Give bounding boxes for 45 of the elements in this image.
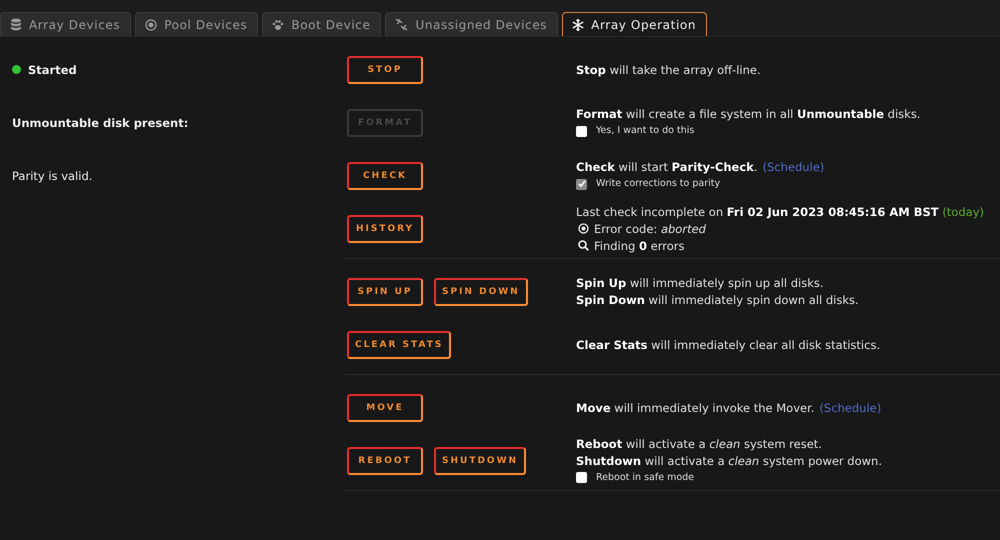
tab[interactable]: Pool Devices bbox=[135, 12, 258, 36]
action-button[interactable]: HISTORY bbox=[347, 214, 423, 242]
schedule-link[interactable]: (Schedule) bbox=[819, 400, 882, 416]
target-icon bbox=[145, 18, 158, 30]
description-text: Stop will take the array off-line. bbox=[576, 62, 761, 78]
description-text: Format will create a file system in all Unmountable disks. bbox=[576, 106, 920, 122]
action-button[interactable]: SHUTDOWN bbox=[434, 446, 526, 474]
description-text: Spin Down will immediately spin down all disks. bbox=[576, 292, 859, 308]
tab[interactable]: Unassigned Devices bbox=[385, 12, 558, 36]
action-button[interactable]: SPIN UP bbox=[347, 278, 423, 306]
tab[interactable]: Array Operation bbox=[562, 12, 708, 36]
unlink-icon bbox=[395, 18, 408, 31]
target-icon bbox=[578, 223, 589, 234]
tab[interactable]: Array Devices bbox=[0, 12, 132, 36]
checkbox-label: Yes, I want to do this bbox=[596, 124, 694, 138]
description-text: Reboot will activate a clean system reset. bbox=[576, 436, 822, 452]
checkbox[interactable] bbox=[576, 472, 587, 483]
status-text: Parity is valid. bbox=[12, 168, 92, 182]
status-text: Unmountable disk present: bbox=[12, 116, 188, 130]
description-text: Error code: aborted bbox=[594, 220, 706, 236]
description-text: Move will immediately invoke the Mover. bbox=[576, 400, 814, 416]
schedule-link[interactable]: (Schedule) bbox=[762, 159, 824, 175]
status-text: Started bbox=[28, 62, 77, 76]
snowflake-icon bbox=[572, 18, 584, 30]
action-button[interactable]: CLEAR STATS bbox=[347, 330, 452, 358]
action-button[interactable]: CHECK bbox=[347, 162, 423, 190]
description-text: Finding 0 errors bbox=[594, 238, 685, 254]
description-text: Clear Stats will immediately clear all disk statistics. bbox=[576, 336, 880, 352]
action-button[interactable]: MOVE bbox=[347, 394, 423, 422]
checkbox-label: Reboot in safe mode bbox=[596, 470, 694, 484]
description-text: Last check incomplete on Fri 02 Jun 2023 08:45:16 AM BST (today) bbox=[576, 204, 984, 220]
action-button[interactable]: SPIN DOWN bbox=[434, 278, 528, 306]
search-icon bbox=[578, 240, 589, 251]
database-icon bbox=[10, 18, 22, 31]
action-button[interactable]: REBOOT bbox=[347, 446, 423, 474]
checkbox[interactable] bbox=[576, 126, 587, 136]
description-text: Check will start Parity-Check. bbox=[576, 159, 758, 175]
paw-icon bbox=[272, 18, 284, 30]
action-button[interactable]: STOP bbox=[347, 56, 423, 84]
checkbox[interactable] bbox=[576, 178, 587, 190]
checkbox-label: Write corrections to parity bbox=[596, 177, 720, 191]
description-text: Shutdown will activate a clean system power down. bbox=[576, 452, 882, 468]
status-dot bbox=[12, 65, 21, 74]
description-text: Spin Up will immediately spin up all disks. bbox=[576, 275, 824, 291]
tab[interactable]: Boot Device bbox=[262, 12, 382, 36]
